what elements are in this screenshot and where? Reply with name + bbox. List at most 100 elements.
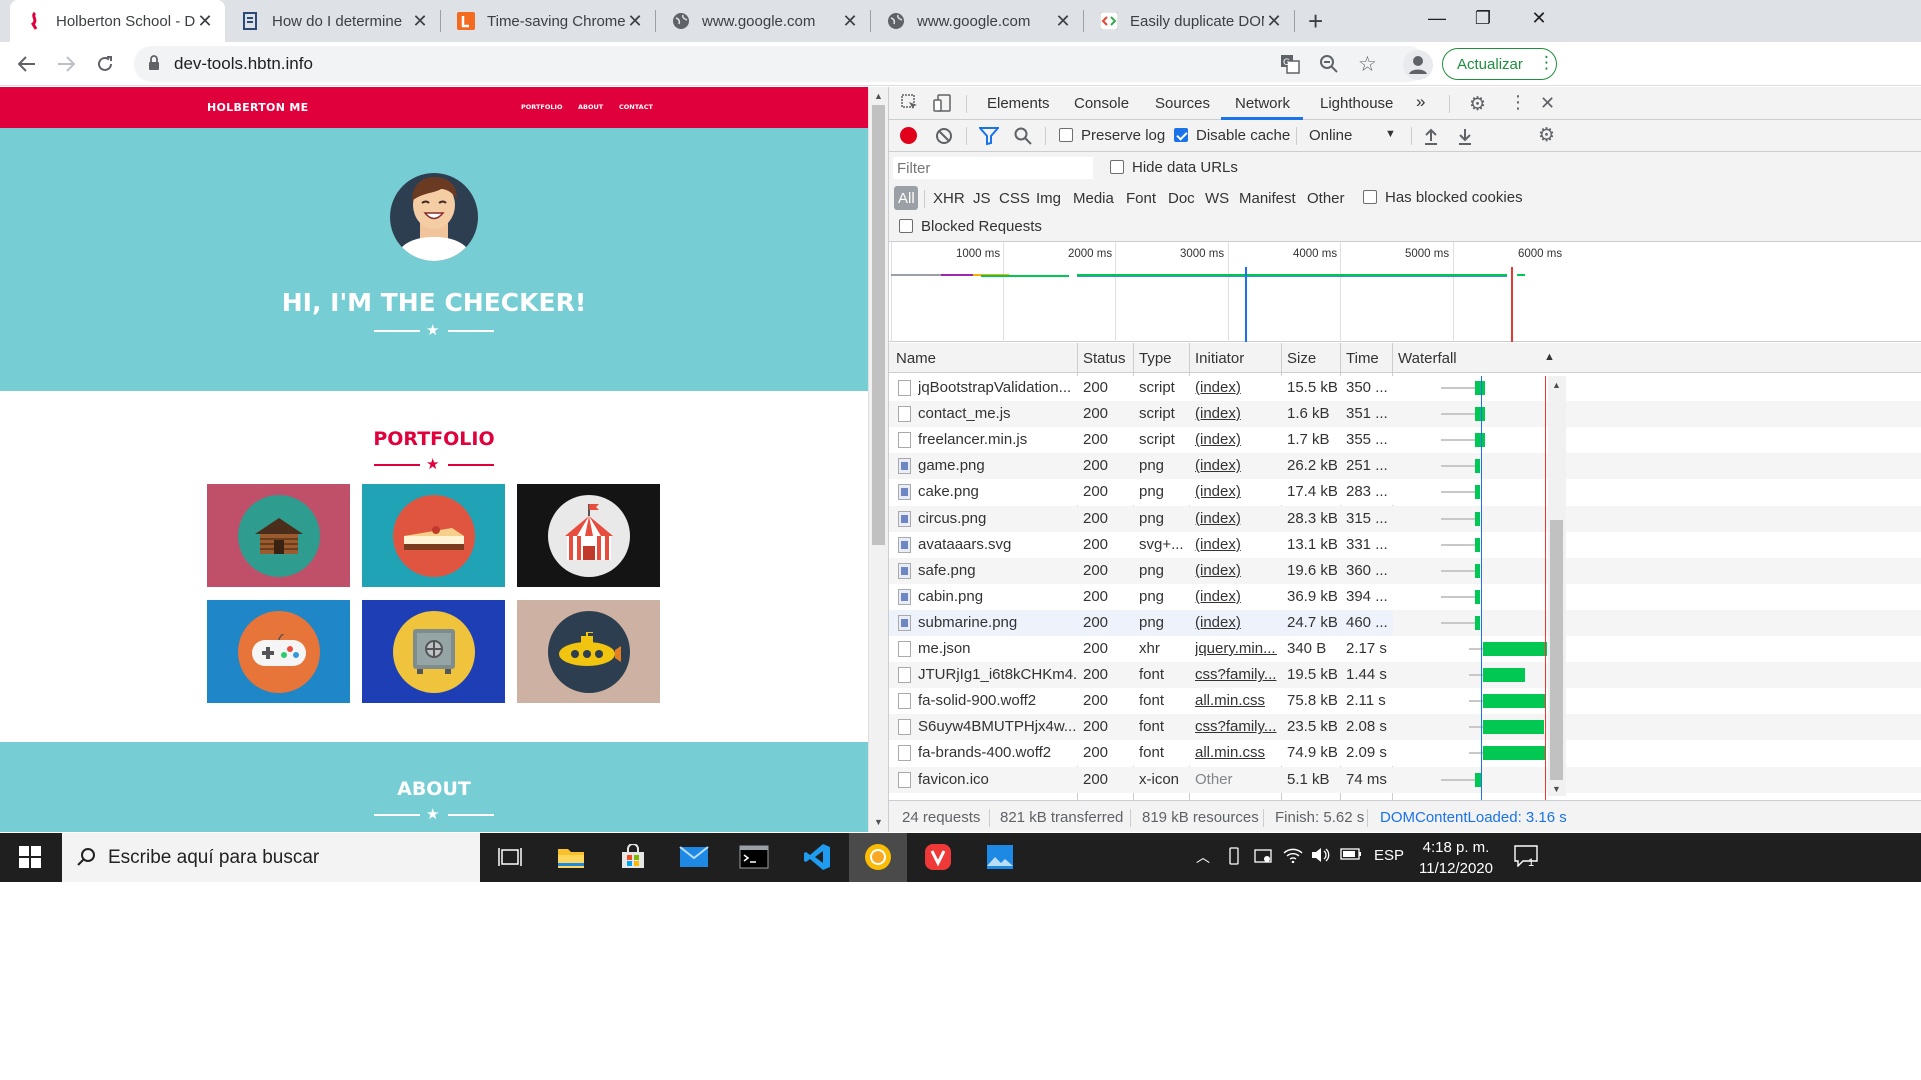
request-initiator[interactable]: all.min.css <box>1195 744 1277 761</box>
nav-portfolio[interactable]: PORTFOLIO <box>521 103 563 111</box>
more-menu-icon[interactable]: ⋮ <box>1538 53 1555 73</box>
browser-tab-6[interactable]: Easily duplicate DOM ✕ <box>1084 0 1294 42</box>
new-tab-button[interactable]: + <box>1308 6 1323 37</box>
taskbar-search-box[interactable]: Escribe aquí para buscar <box>62 833 480 882</box>
phone-link-icon[interactable] <box>1226 847 1242 869</box>
zoom-out-icon[interactable] <box>1319 54 1339 78</box>
browser-tab-3[interactable]: Time-saving Chrome ✕ <box>441 0 655 42</box>
close-tab-icon[interactable]: ✕ <box>1264 11 1284 32</box>
filter-type-manifest[interactable]: Manifest <box>1239 190 1296 207</box>
task-view-icon[interactable] <box>494 841 526 873</box>
close-devtools-icon[interactable]: ✕ <box>1540 93 1555 114</box>
back-arrow-icon[interactable] <box>12 49 42 79</box>
col-type[interactable]: Type <box>1139 350 1172 367</box>
lock-icon[interactable] <box>148 55 160 75</box>
close-tab-icon[interactable]: ✕ <box>1053 11 1073 32</box>
request-initiator[interactable]: (index) <box>1195 614 1277 631</box>
show-hidden-icons-chevron-icon[interactable]: ︿ <box>1196 847 1210 867</box>
filter-type-js[interactable]: JS <box>973 190 991 207</box>
scroll-down-arrow-icon[interactable]: ▼ <box>874 817 883 827</box>
vivaldi-icon[interactable] <box>922 841 954 873</box>
sort-ascending-icon[interactable]: ▲ <box>1544 351 1555 363</box>
update-chrome-button[interactable]: Actualizar ⋮ <box>1442 48 1557 80</box>
file-explorer-icon[interactable] <box>555 841 587 873</box>
disable-cache-checkbox[interactable]: Disable cache <box>1174 127 1290 144</box>
col-initiator[interactable]: Initiator <box>1195 350 1244 367</box>
mail-icon[interactable] <box>678 841 710 873</box>
waterfall-bar[interactable] <box>1475 563 1480 578</box>
filter-type-other[interactable]: Other <box>1307 190 1345 207</box>
photos-icon[interactable] <box>984 841 1016 873</box>
clear-icon[interactable] <box>935 127 953 149</box>
address-bar[interactable]: dev-tools.hbtn.info G ☆ <box>134 46 1426 82</box>
site-brand[interactable]: HOLBERTON ME <box>207 101 308 114</box>
tab-elements[interactable]: Elements <box>987 95 1050 112</box>
filter-type-doc[interactable]: Doc <box>1168 190 1195 207</box>
request-initiator[interactable]: css?family... <box>1195 718 1277 735</box>
filter-type-img[interactable]: Img <box>1036 190 1061 207</box>
request-initiator[interactable]: (index) <box>1195 588 1277 605</box>
scroll-up-arrow-icon[interactable]: ▲ <box>1552 380 1561 390</box>
request-initiator[interactable]: (index) <box>1195 510 1277 527</box>
request-initiator[interactable]: (index) <box>1195 457 1277 474</box>
col-status[interactable]: Status <box>1083 350 1126 367</box>
waterfall-bar[interactable] <box>1483 746 1545 761</box>
volume-icon[interactable] <box>1311 847 1331 867</box>
tab-network[interactable]: Network <box>1235 95 1290 112</box>
col-waterfall[interactable]: Waterfall <box>1398 350 1457 367</box>
reload-icon[interactable] <box>90 49 120 79</box>
translate-icon[interactable]: G <box>1280 54 1300 78</box>
request-initiator[interactable]: (index) <box>1195 562 1277 579</box>
request-initiator[interactable]: all.min.css <box>1195 692 1277 709</box>
input-language[interactable]: ESP <box>1374 847 1404 864</box>
notifications-icon[interactable] <box>1514 845 1538 871</box>
filter-input[interactable] <box>893 157 1093 179</box>
hide-data-urls-checkbox[interactable]: Hide data URLs <box>1110 159 1238 176</box>
portfolio-item-cabin[interactable] <box>207 484 350 587</box>
chrome-canary-icon[interactable] <box>862 841 894 873</box>
portfolio-item-submarine[interactable] <box>517 600 660 703</box>
requests-scrollbar[interactable]: ▲ ▼ <box>1548 376 1566 796</box>
browser-tab-2[interactable]: How do I determine ✕ <box>226 0 440 42</box>
devtools-menu-icon[interactable]: ⋮ <box>1509 92 1527 113</box>
waterfall-bar[interactable] <box>1483 720 1545 735</box>
tab-sources[interactable]: Sources <box>1155 95 1210 112</box>
col-size[interactable]: Size <box>1287 350 1316 367</box>
filter-type-font[interactable]: Font <box>1126 190 1156 207</box>
bookmark-star-icon[interactable]: ☆ <box>1358 52 1377 77</box>
settings-gear-icon[interactable]: ⚙ <box>1469 93 1486 116</box>
scroll-down-arrow-icon[interactable]: ▼ <box>1552 784 1561 794</box>
restore-window-icon[interactable]: ❐ <box>1455 0 1511 36</box>
request-initiator[interactable]: css?family... <box>1195 666 1277 683</box>
browser-tab-5[interactable]: www.google.com ✕ <box>871 0 1083 42</box>
microsoft-store-icon[interactable] <box>617 841 649 873</box>
tab-lighthouse[interactable]: Lighthouse <box>1320 95 1393 112</box>
windows-start-icon[interactable] <box>14 841 46 873</box>
portfolio-item-game[interactable] <box>207 600 350 703</box>
waterfall-bar[interactable] <box>1475 615 1480 630</box>
inspect-element-icon[interactable] <box>901 94 919 116</box>
waterfall-bar[interactable] <box>1483 668 1526 683</box>
browser-tab-4[interactable]: www.google.com ✕ <box>656 0 870 42</box>
waterfall-bar[interactable] <box>1475 459 1480 474</box>
has-blocked-cookies-checkbox[interactable]: Has blocked cookies <box>1363 189 1523 206</box>
waterfall-bar[interactable] <box>1475 511 1480 526</box>
filter-type-all[interactable]: All <box>898 190 915 207</box>
browser-tab-holberton[interactable]: Holberton School - D ✕ <box>10 0 225 42</box>
device-toolbar-icon[interactable] <box>933 94 953 116</box>
profile-avatar[interactable] <box>1403 50 1433 80</box>
security-icon[interactable] <box>1254 847 1272 869</box>
page-scrollbar-thumb[interactable] <box>872 105 885 545</box>
waterfall-bar[interactable] <box>1475 537 1480 552</box>
close-window-icon[interactable]: ✕ <box>1511 0 1567 36</box>
requests-scrollbar-thumb[interactable] <box>1550 520 1563 780</box>
filter-type-media[interactable]: Media <box>1073 190 1114 207</box>
waterfall-bar[interactable] <box>1475 589 1480 604</box>
forward-arrow-icon[interactable] <box>51 49 81 79</box>
vscode-icon[interactable] <box>801 841 833 873</box>
request-initiator[interactable]: (index) <box>1195 483 1277 500</box>
nav-about[interactable]: ABOUT <box>578 103 603 111</box>
close-tab-icon[interactable]: ✕ <box>840 11 860 32</box>
portfolio-item-circus[interactable] <box>517 484 660 587</box>
search-icon[interactable] <box>1014 127 1032 149</box>
